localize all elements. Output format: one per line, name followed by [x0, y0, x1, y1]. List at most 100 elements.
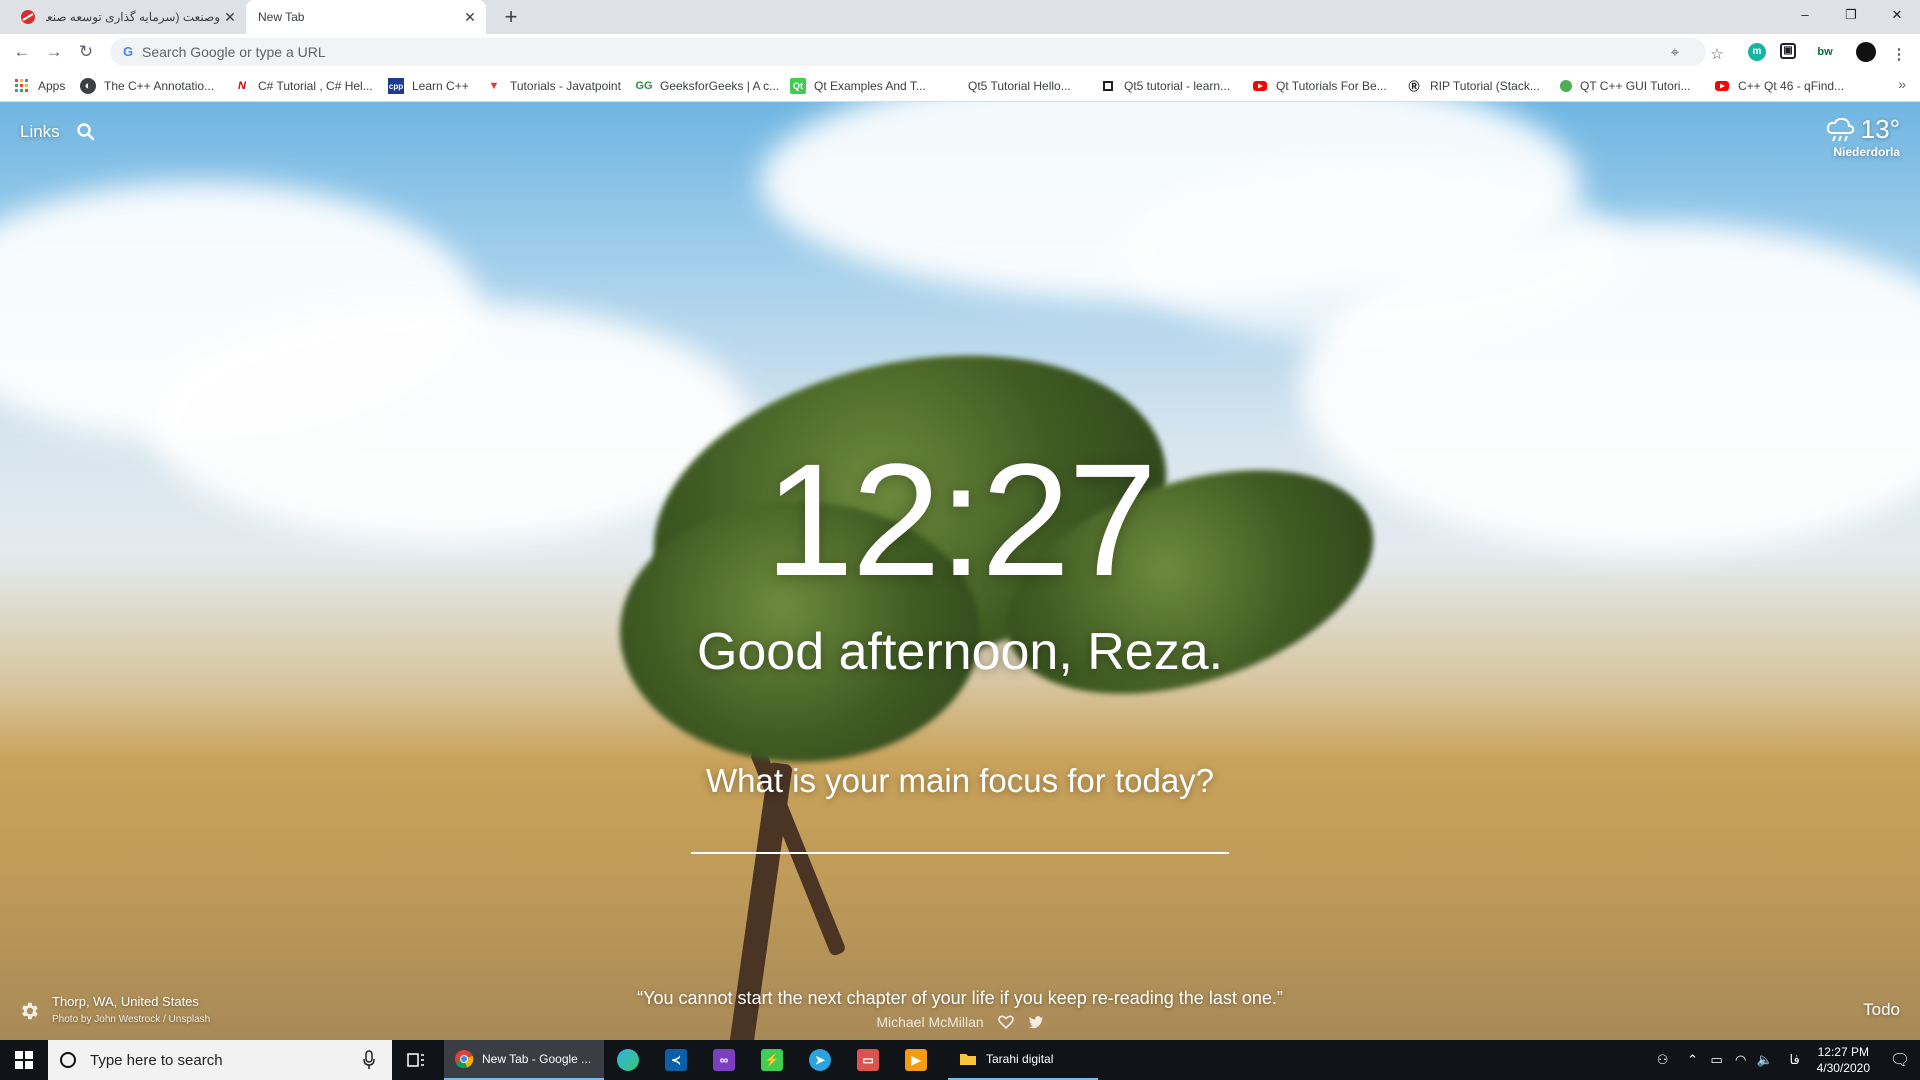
bookmark-label: Qt Tutorials For Be... — [1276, 79, 1387, 93]
taskbar-search-box[interactable] — [48, 1040, 392, 1080]
bookmarks-bar: Apps ◐ The C++ Annotatio... N C# Tutoria… — [0, 70, 1920, 102]
volume-icon[interactable]: 🔈 — [1753, 1052, 1777, 1068]
task-view-button[interactable] — [392, 1040, 440, 1080]
taskbar-window-label: New Tab - Google ... — [482, 1052, 592, 1066]
bookmark-rip-tutorial[interactable]: Ⓡ RIP Tutorial (Stack... — [1406, 77, 1540, 95]
links-button[interactable]: Links — [20, 122, 60, 142]
weather-widget[interactable]: 13° Niederdorla — [1825, 114, 1900, 159]
taskbar-telegram[interactable]: ➤ — [796, 1040, 844, 1080]
new-tab-button[interactable]: + — [498, 4, 524, 30]
chrome-icon — [455, 1050, 474, 1069]
taskbar-media-app[interactable]: ▶ — [892, 1040, 940, 1080]
extension-bw-icon[interactable]: bw — [1812, 43, 1838, 61]
extension-m-icon[interactable]: m — [1748, 43, 1766, 61]
bookmark-qt5-learn[interactable]: Qt5 tutorial - learn... — [1100, 77, 1230, 95]
weather-location: Niederdorla — [1833, 145, 1900, 159]
notifications-icon[interactable]: 🗨 — [1880, 1050, 1920, 1070]
bookmark-learn-cpp[interactable]: cpp Learn C++ — [388, 77, 469, 95]
taskbar-clock[interactable]: 12:27 PM 4/30/2020 — [1807, 1044, 1880, 1076]
qt-creator-icon: ⚡ — [761, 1049, 783, 1071]
tab-label: وصنعت (سرمایه گذاری توسعه صنعت — [46, 10, 220, 24]
profile-avatar[interactable] — [1856, 42, 1876, 62]
bookmark-label: RIP Tutorial (Stack... — [1430, 79, 1540, 93]
back-arrow-icon[interactable]: ← — [8, 38, 36, 66]
taskbar-presentation-app[interactable]: ▭ — [844, 1040, 892, 1080]
greeting-text: Good afternoon, Reza. — [696, 623, 1224, 681]
menu-kebab-icon[interactable]: ⋮ — [1890, 46, 1908, 64]
tab-label: New Tab — [258, 10, 305, 24]
taskbar-edge[interactable] — [604, 1040, 652, 1080]
bookmark-javatpoint[interactable]: ▼ Tutorials - Javatpoint — [486, 77, 621, 95]
bookmark-label: Qt Examples And T... — [814, 79, 926, 93]
taskbar-explorer-window[interactable]: Tarahi digital — [948, 1040, 1098, 1080]
tab-persian-site[interactable]: وصنعت (سرمایه گذاری توسعه صنعت ✕ — [0, 0, 246, 34]
bookmark-qt-tutorials-beginners[interactable]: Qt Tutorials For Be... — [1252, 77, 1387, 95]
people-icon[interactable]: ⚇ — [1651, 1052, 1675, 1068]
bookmark-cpp-annotations[interactable]: ◐ The C++ Annotatio... — [80, 77, 214, 95]
twitter-icon[interactable] — [1028, 1015, 1044, 1029]
bookmark-label: C# Tutorial , C# Hel... — [258, 79, 373, 93]
bookmark-qt5-hello[interactable]: Qt5 Tutorial Hello... — [944, 77, 1071, 95]
taskbar-qt-creator[interactable]: ⚡ — [748, 1040, 796, 1080]
taskbar-visual-studio[interactable]: ∞ — [700, 1040, 748, 1080]
telegram-icon: ➤ — [809, 1049, 831, 1071]
presentation-icon: ▭ — [857, 1049, 879, 1071]
more-bookmarks-chevron-icon[interactable]: » — [1898, 76, 1906, 92]
close-window-button[interactable]: ✕ — [1874, 0, 1920, 30]
chevron-up-icon[interactable]: ⌃ — [1681, 1052, 1705, 1068]
focus-input[interactable] — [691, 802, 1229, 854]
language-indicator[interactable]: فا — [1783, 1052, 1807, 1068]
location-target-icon[interactable]: ⌖ — [1666, 44, 1684, 62]
bookmark-label: Learn C++ — [412, 79, 469, 93]
cortana-circle-icon — [60, 1052, 76, 1068]
tab-new-tab[interactable]: New Tab ✕ — [246, 0, 486, 34]
youtube-icon — [1252, 78, 1268, 94]
forward-arrow-icon[interactable]: → — [40, 38, 68, 66]
address-bar[interactable]: G ⌖ — [110, 38, 1706, 66]
bookmark-star-icon[interactable]: ☆ — [1708, 46, 1726, 64]
weather-temperature: 13° — [1860, 114, 1900, 144]
quote-footer: Michael McMillan — [0, 1014, 1920, 1030]
globe-icon: ◐ — [80, 78, 96, 94]
start-button[interactable] — [0, 1040, 48, 1080]
minimize-button[interactable]: – — [1782, 0, 1828, 30]
momentum-new-tab-page: Links 13° Niederdorla 12:27 Good afterno… — [0, 102, 1920, 1040]
reload-icon[interactable]: ↻ — [72, 38, 100, 66]
quote-author: Michael McMillan — [876, 1014, 984, 1030]
close-tab-icon[interactable]: ✕ — [460, 9, 480, 26]
restore-button[interactable]: ❐ — [1828, 0, 1874, 30]
taskbar-search-input[interactable] — [90, 1051, 360, 1069]
cloud-rain-icon — [1826, 117, 1854, 141]
tab-strip: وصنعت (سرمایه گذاری توسعه صنعت ✕ New Tab… — [0, 0, 1920, 34]
todo-button[interactable]: Todo — [1863, 1000, 1900, 1020]
omnibox-input[interactable] — [142, 38, 1542, 66]
close-tab-icon[interactable]: ✕ — [220, 9, 240, 26]
battery-icon[interactable]: ▭ — [1705, 1052, 1729, 1068]
bookmark-csharp-tutorial[interactable]: N C# Tutorial , C# Hel... — [234, 77, 373, 95]
bookmark-qt-cpp-gui[interactable]: QT C++ GUI Tutori... — [1560, 77, 1690, 95]
bookmark-apps[interactable]: Apps — [14, 77, 65, 95]
google-g-icon: G — [122, 44, 134, 59]
bookmark-qt-examples[interactable]: Qt Qt Examples And T... — [790, 77, 926, 95]
rip-logo-icon: Ⓡ — [1408, 81, 1420, 93]
microphone-icon[interactable] — [362, 1050, 376, 1070]
bookmark-cpp-qt-46[interactable]: C++ Qt 46 - qFind... — [1714, 77, 1844, 95]
system-tray: ⚇ ⌃ ▭ ◠ 🔈 فا 12:27 PM 4/30/2020 🗨 — [1651, 1040, 1920, 1080]
n-logo-icon: N — [238, 80, 246, 92]
bookmark-label: C++ Qt 46 - qFind... — [1738, 79, 1845, 93]
taskbar-chrome-window[interactable]: New Tab - Google ... — [444, 1040, 604, 1080]
blank-page-icon — [944, 78, 960, 94]
bookmark-geeksforgeeks[interactable]: GG GeeksforGeeks | A c... — [635, 77, 779, 95]
bookmark-label: Qt5 Tutorial Hello... — [968, 79, 1071, 93]
search-icon[interactable] — [76, 122, 96, 142]
youtube-icon — [1714, 78, 1730, 94]
quote-text: “You cannot start the next chapter of yo… — [637, 988, 1283, 1008]
green-globe-icon — [1560, 80, 1572, 92]
taskbar-date: 4/30/2020 — [1816, 1061, 1870, 1075]
wifi-icon[interactable]: ◠ — [1729, 1052, 1753, 1068]
browser-toolbar: ← → ↻ G ⌖ ☆ m ▣ bw ⋮ — [0, 34, 1920, 70]
heart-icon[interactable] — [997, 1015, 1014, 1029]
extension-cube-icon[interactable]: ▣ — [1780, 43, 1796, 59]
red-site-icon — [21, 10, 35, 24]
taskbar-vscode[interactable]: ≺ — [652, 1040, 700, 1080]
